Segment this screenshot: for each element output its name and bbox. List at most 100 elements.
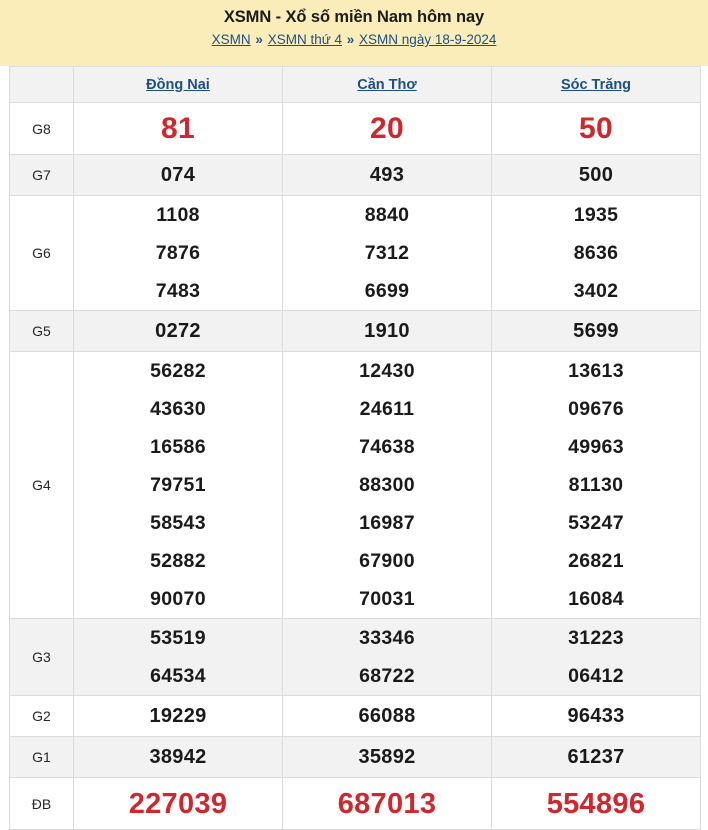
result-number: 13613 (492, 352, 700, 390)
result-number: 81130 (492, 466, 700, 504)
result-number: 53519 (74, 619, 282, 657)
result-cell: 1910 (283, 311, 492, 352)
row-label-db: ĐB (10, 778, 74, 830)
table-row: G7074493500 (10, 155, 701, 196)
result-cell: 5699 (492, 311, 701, 352)
result-number: 49963 (492, 428, 700, 466)
result-number: 7312 (283, 234, 491, 272)
results-table-container: Đồng Nai Cần Thơ Sóc Trăng G8812050G7074… (0, 66, 708, 830)
result-number: 3402 (492, 272, 700, 310)
table-row: G456282436301658679751585435288290070 124… (10, 352, 701, 619)
page-header: XSMN - Xổ số miền Nam hôm nay XSMN » XSM… (0, 0, 708, 66)
page-title: XSMN - Xổ số miền Nam hôm nay (0, 6, 708, 28)
result-number: 12430 (283, 352, 491, 390)
result-cell: 500 (492, 155, 701, 196)
result-number: 35892 (283, 737, 491, 777)
result-number: 90070 (74, 580, 282, 618)
result-cell: 3334668722 (283, 619, 492, 696)
result-number: 52882 (74, 542, 282, 580)
breadcrumb: XSMN » XSMN thứ 4 » XSMN ngày 18-9-2024 (0, 31, 708, 49)
result-number: 09676 (492, 390, 700, 428)
table-header-row: Đồng Nai Cần Thơ Sóc Trăng (10, 67, 701, 103)
breadcrumb-item-0[interactable]: XSMN (212, 32, 251, 47)
table-row: G8812050 (10, 103, 701, 155)
table-header: Đồng Nai Cần Thơ Sóc Trăng (10, 67, 701, 103)
result-number: 68722 (283, 657, 491, 695)
province-link-1[interactable]: Cần Thơ (357, 77, 416, 93)
row-label-g3: G3 (10, 619, 74, 696)
result-number: 1108 (74, 196, 282, 234)
column-header-province-1: Cần Thơ (283, 67, 492, 103)
result-number: 7876 (74, 234, 282, 272)
result-number: 64534 (74, 657, 282, 695)
result-number: 687013 (283, 779, 491, 829)
result-number: 0272 (74, 311, 282, 351)
table-row: ĐB227039687013554896 (10, 778, 701, 830)
table-row: G5027219105699 (10, 311, 701, 352)
result-cell: 66088 (283, 696, 492, 737)
result-number: 53247 (492, 504, 700, 542)
result-number: 20 (283, 104, 491, 154)
result-cell: 227039 (74, 778, 283, 830)
result-number: 67900 (283, 542, 491, 580)
result-number: 6699 (283, 272, 491, 310)
result-number: 88300 (283, 466, 491, 504)
result-cell: 38942 (74, 737, 283, 778)
table-row: G2192296608896433 (10, 696, 701, 737)
result-cell: 50 (492, 103, 701, 155)
result-number: 81 (74, 104, 282, 154)
table-row: G3535196453433346687223122306412 (10, 619, 701, 696)
result-cell: 5351964534 (74, 619, 283, 696)
row-label-g1: G1 (10, 737, 74, 778)
result-cell: 554896 (492, 778, 701, 830)
breadcrumb-separator-1: » (346, 32, 356, 47)
province-link-0[interactable]: Đồng Nai (146, 77, 210, 93)
result-number: 24611 (283, 390, 491, 428)
result-number: 74638 (283, 428, 491, 466)
result-cell: 35892 (283, 737, 492, 778)
table-row: G1389423589261237 (10, 737, 701, 778)
result-number: 554896 (492, 779, 700, 829)
breadcrumb-item-1[interactable]: XSMN thứ 4 (268, 32, 342, 47)
row-label-g5: G5 (10, 311, 74, 352)
result-number: 5699 (492, 311, 700, 351)
column-header-province-0: Đồng Nai (74, 67, 283, 103)
result-number: 1910 (283, 311, 491, 351)
row-label-g7: G7 (10, 155, 74, 196)
result-number: 8840 (283, 196, 491, 234)
result-number: 16084 (492, 580, 700, 618)
result-number: 19229 (74, 696, 282, 736)
result-cell: 20 (283, 103, 492, 155)
breadcrumb-item-2[interactable]: XSMN ngày 18-9-2024 (359, 32, 496, 47)
result-number: 38942 (74, 737, 282, 777)
result-number: 074 (74, 155, 282, 195)
result-number: 66088 (283, 696, 491, 736)
row-label-g6: G6 (10, 196, 74, 311)
row-label-g4: G4 (10, 352, 74, 619)
result-number: 33346 (283, 619, 491, 657)
result-number: 79751 (74, 466, 282, 504)
province-link-2[interactable]: Sóc Trăng (561, 77, 631, 93)
result-number: 50 (492, 104, 700, 154)
result-cell: 13613096764996381130532472682116084 (492, 352, 701, 619)
result-number: 493 (283, 155, 491, 195)
result-number: 43630 (74, 390, 282, 428)
result-number: 96433 (492, 696, 700, 736)
result-cell: 19229 (74, 696, 283, 737)
result-number: 500 (492, 155, 700, 195)
result-number: 06412 (492, 657, 700, 695)
row-label-g8: G8 (10, 103, 74, 155)
result-cell: 687013 (283, 778, 492, 830)
result-number: 58543 (74, 504, 282, 542)
breadcrumb-separator-0: » (254, 32, 264, 47)
result-cell: 61237 (492, 737, 701, 778)
result-cell: 81 (74, 103, 283, 155)
result-cell: 96433 (492, 696, 701, 737)
result-number: 56282 (74, 352, 282, 390)
column-header-province-2: Sóc Trăng (492, 67, 701, 103)
result-number: 7483 (74, 272, 282, 310)
result-number: 8636 (492, 234, 700, 272)
result-number: 31223 (492, 619, 700, 657)
result-cell: 193586363402 (492, 196, 701, 311)
result-number: 16586 (74, 428, 282, 466)
